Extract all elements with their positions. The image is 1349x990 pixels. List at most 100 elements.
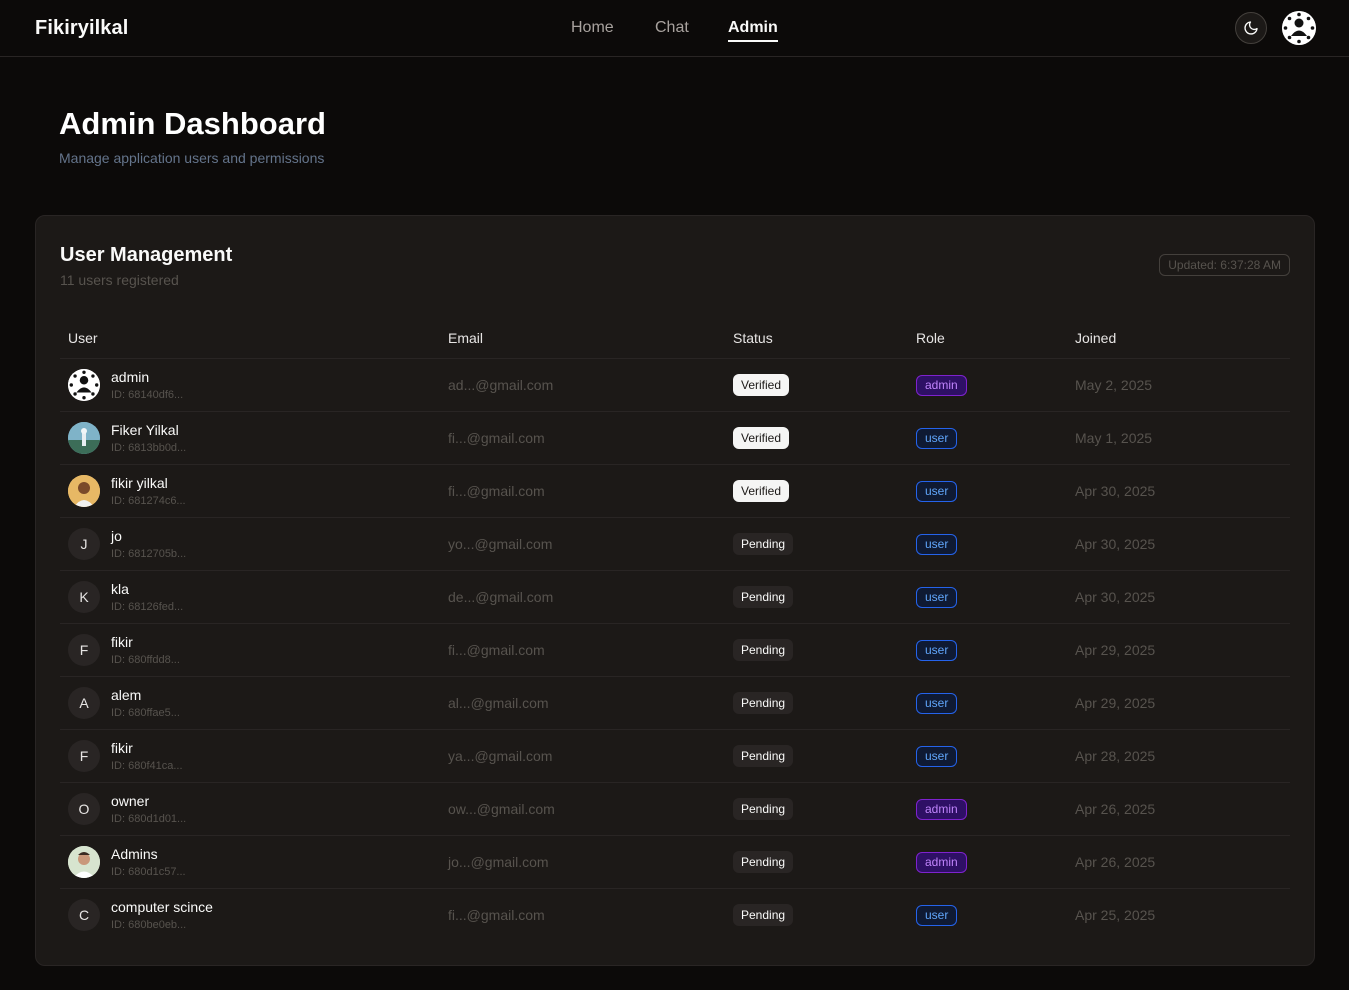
user-avatar-button[interactable] <box>1282 11 1316 45</box>
column-header-status: Status <box>733 330 773 346</box>
status-badge: Pending <box>733 639 794 661</box>
avatar: C <box>68 899 100 931</box>
joined-date: Apr 30, 2025 <box>1075 483 1156 499</box>
avatar <box>68 846 100 878</box>
table-row[interactable]: Fiker Yilkal ID: 6813bb0d... fi...@gmail… <box>60 412 1290 465</box>
joined-date: Apr 29, 2025 <box>1075 695 1156 711</box>
user-name: fikir <box>111 634 133 650</box>
role-badge: user <box>916 693 958 714</box>
status-badge: Pending <box>733 533 794 555</box>
table-row[interactable]: fikir yilkal ID: 681274c6... fi...@gmail… <box>60 465 1290 518</box>
user-management-card: User Management 11 users registered Upda… <box>35 215 1315 966</box>
user-email: ya...@gmail.com <box>448 748 553 764</box>
joined-date: Apr 29, 2025 <box>1075 642 1156 658</box>
table-row[interactable]: O owner ID: 680d1d01... ow...@gmail.com … <box>60 783 1290 836</box>
role-badge: admin <box>916 799 967 820</box>
nav-links: Home Chat Admin <box>0 0 1349 56</box>
status-badge: Pending <box>733 798 794 820</box>
avatar-initial: A <box>79 695 89 711</box>
user-name: jo <box>111 528 122 544</box>
user-email: ow...@gmail.com <box>448 801 555 817</box>
user-name: owner <box>111 793 150 809</box>
status-badge: Pending <box>733 851 794 873</box>
user-id: ID: 68126fed... <box>111 601 184 613</box>
avatar: F <box>68 634 100 666</box>
avatar: A <box>68 687 100 719</box>
avatar-initial: C <box>78 907 90 923</box>
status-badge: Verified <box>733 427 790 449</box>
table-row[interactable]: C computer scince ID: 680be0eb... fi...@… <box>60 889 1290 942</box>
user-id: ID: 681274c6... <box>111 495 186 507</box>
role-badge: user <box>916 746 958 767</box>
user-count: 11 users registered <box>60 272 179 288</box>
joined-date: Apr 30, 2025 <box>1075 589 1156 605</box>
user-name: fikir <box>111 740 133 756</box>
nav-link-home[interactable]: Home <box>571 19 614 37</box>
table-header: User Email Status Role Joined <box>60 316 1290 359</box>
joined-date: Apr 25, 2025 <box>1075 907 1156 923</box>
avatar: F <box>68 740 100 772</box>
avatar-initial: F <box>79 748 89 764</box>
column-header-email: Email <box>448 330 484 346</box>
status-badge: Verified <box>733 374 790 396</box>
user-email: al...@gmail.com <box>448 695 549 711</box>
role-badge: user <box>916 640 958 661</box>
avatar-initial: O <box>78 801 90 817</box>
page-subtitle: Manage application users and permissions <box>59 150 325 166</box>
avatar: J <box>68 528 100 560</box>
avatar-initial: J <box>80 536 88 552</box>
role-badge: user <box>916 905 958 926</box>
top-navbar: Fikiryilkal Home Chat Admin <box>0 0 1349 57</box>
user-id: ID: 68140df6... <box>111 389 184 401</box>
joined-date: May 2, 2025 <box>1075 377 1153 393</box>
avatar-icon <box>1282 11 1316 45</box>
table-row[interactable]: K kla ID: 68126fed... de...@gmail.com Pe… <box>60 571 1290 624</box>
user-id: ID: 680d1d01... <box>111 813 187 825</box>
user-email: fi...@gmail.com <box>448 483 545 499</box>
moon-icon <box>1244 21 1258 35</box>
user-name: computer scince <box>111 899 213 915</box>
table-row[interactable]: Admins ID: 680d1c57... jo...@gmail.com P… <box>60 836 1290 889</box>
user-name: kla <box>111 581 129 597</box>
avatar: K <box>68 581 100 613</box>
table-row[interactable]: A alem ID: 680ffae5... al...@gmail.com P… <box>60 677 1290 730</box>
user-id: ID: 680ffdd8... <box>111 654 180 666</box>
joined-date: Apr 26, 2025 <box>1075 854 1156 870</box>
table-row[interactable]: F fikir ID: 680ffdd8... fi...@gmail.com … <box>60 624 1290 677</box>
user-email: yo...@gmail.com <box>448 536 553 552</box>
status-badge: Pending <box>733 692 794 714</box>
role-badge: user <box>916 534 958 555</box>
nav-link-chat[interactable]: Chat <box>655 19 689 37</box>
joined-date: Apr 28, 2025 <box>1075 748 1156 764</box>
avatar-initial: F <box>79 642 89 658</box>
table-row[interactable]: admin ID: 68140df6... ad...@gmail.com Ve… <box>60 359 1290 412</box>
table-body: admin ID: 68140df6... ad...@gmail.com Ve… <box>60 359 1290 942</box>
role-badge: admin <box>916 375 967 396</box>
table-row[interactable]: F fikir ID: 680f41ca... ya...@gmail.com … <box>60 730 1290 783</box>
user-email: fi...@gmail.com <box>448 642 545 658</box>
avatar <box>68 369 100 401</box>
nav-link-admin[interactable]: Admin <box>728 19 778 42</box>
theme-toggle-button[interactable] <box>1235 12 1267 44</box>
status-badge: Pending <box>733 586 794 608</box>
joined-date: Apr 30, 2025 <box>1075 536 1156 552</box>
user-id: ID: 680be0eb... <box>111 919 187 931</box>
role-badge: user <box>916 481 958 502</box>
user-id: ID: 680ffae5... <box>111 707 180 719</box>
column-header-joined: Joined <box>1075 330 1117 346</box>
user-name: Admins <box>111 846 158 862</box>
user-name: Fiker Yilkal <box>111 422 179 438</box>
column-header-role: Role <box>916 330 945 346</box>
status-badge: Verified <box>733 480 790 502</box>
user-id: ID: 680f41ca... <box>111 760 183 772</box>
table-row[interactable]: J jo ID: 6812705b... yo...@gmail.com Pen… <box>60 518 1290 571</box>
user-name: fikir yilkal <box>111 475 168 491</box>
user-email: fi...@gmail.com <box>448 907 545 923</box>
user-email: ad...@gmail.com <box>448 377 554 393</box>
avatar-initial: K <box>79 589 89 605</box>
user-id: ID: 680d1c57... <box>111 866 186 878</box>
role-badge: user <box>916 428 958 449</box>
joined-date: May 1, 2025 <box>1075 430 1153 446</box>
avatar <box>68 475 100 507</box>
page-title: Admin Dashboard <box>59 106 326 141</box>
